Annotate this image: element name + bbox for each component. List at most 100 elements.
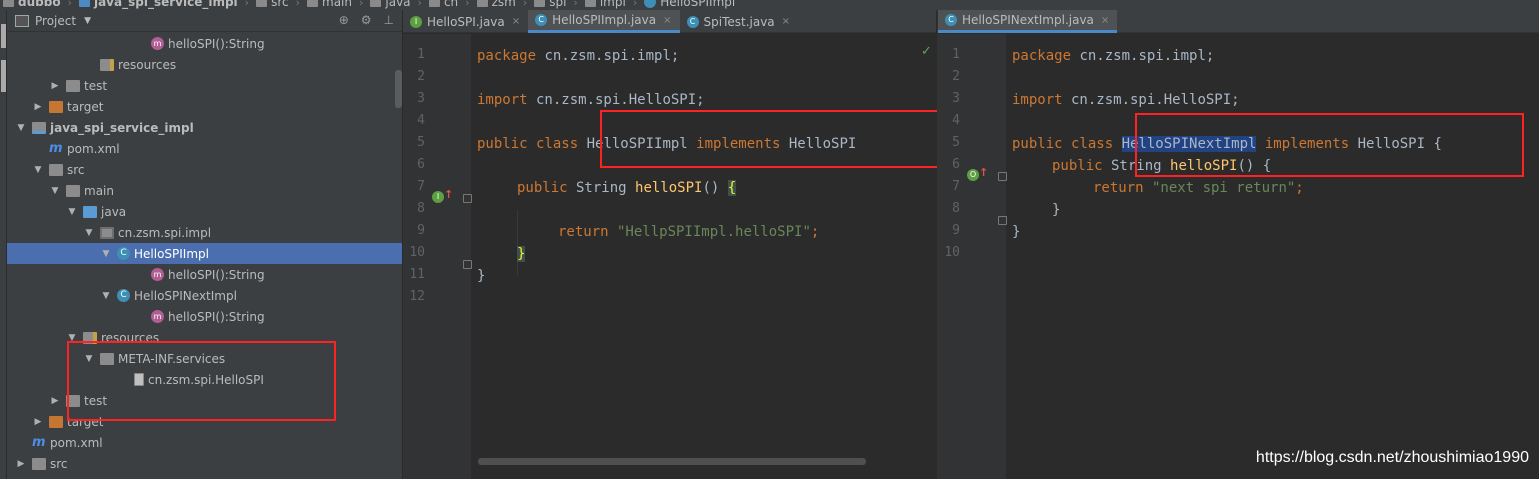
module-icon: [78, 0, 90, 7]
tree-item[interactable]: ▶ test: [7, 75, 402, 96]
gear-icon[interactable]: ⚙: [361, 13, 372, 27]
editor-tab[interactable]: C HelloSPINextImpl.java ×: [938, 10, 1118, 33]
expand-right-icon[interactable]: ▶: [32, 417, 44, 427]
breadcrumb-separator-icon: ›: [573, 0, 578, 9]
package-icon: [584, 0, 596, 7]
breadcrumb-separator-icon: ›: [465, 0, 470, 9]
scroll-from-source-icon[interactable]: ⊕: [339, 13, 349, 27]
tree-item[interactable]: m helloSPI():String: [7, 264, 402, 285]
project-scrollbar[interactable]: [395, 70, 402, 108]
project-tool-tab[interactable]: [1, 24, 6, 48]
breadcrumb-item[interactable]: src: [253, 0, 292, 9]
horizontal-scrollbar-left[interactable]: [478, 458, 866, 465]
tree-item[interactable]: ▼ java_spi_service_impl: [7, 117, 402, 138]
expand-down-icon[interactable]: ▼: [100, 291, 112, 301]
string-token: "HellpSPIImpl.helloSPI": [608, 224, 811, 240]
breadcrumb-item[interactable]: zsm: [474, 0, 519, 9]
expand-right-icon[interactable]: ▶: [49, 396, 61, 406]
line-number: 8: [417, 201, 425, 216]
tree-item[interactable]: ▼ src: [7, 159, 402, 180]
breadcrumb-label: zsm: [491, 0, 516, 9]
code-token: public: [1012, 136, 1063, 152]
expand-right-icon[interactable]: ▶: [15, 459, 27, 469]
expand-down-icon[interactable]: ▼: [66, 207, 78, 217]
expand-down-icon[interactable]: ▼: [83, 228, 95, 238]
tree-item[interactable]: ▼ cn.zsm.spi.impl: [7, 222, 402, 243]
folder-icon: [66, 184, 80, 197]
tree-item[interactable]: m pom.xml: [7, 138, 402, 159]
code-line-11: }: [477, 265, 485, 287]
breadcrumb-label: java: [385, 0, 411, 9]
fold-marker-icon[interactable]: [998, 172, 1007, 181]
hide-panel-icon[interactable]: ⊥: [384, 13, 394, 27]
breadcrumb-item[interactable]: main: [304, 0, 355, 9]
breadcrumb-label: spi: [549, 0, 567, 9]
line-number: 4: [417, 113, 425, 128]
fold-marker-icon[interactable]: [463, 194, 472, 203]
line-number: 9: [417, 223, 425, 238]
close-icon[interactable]: ×: [663, 15, 671, 26]
code-token: class: [1062, 136, 1114, 152]
editor-tab-label: HelloSPI.java: [427, 14, 505, 29]
tree-item[interactable]: ▶ src: [7, 453, 402, 474]
code-line-9: }: [1012, 221, 1020, 243]
chevron-down-icon[interactable]: ▼: [84, 16, 91, 26]
close-icon[interactable]: ×: [512, 16, 520, 27]
expand-right-icon[interactable]: ▶: [49, 81, 61, 91]
tree-item[interactable]: m helloSPI():String: [7, 306, 402, 327]
editor-tab[interactable]: C HelloSPIImpl.java ×: [528, 10, 680, 33]
tree-item[interactable]: m helloSPI():String: [7, 33, 402, 54]
editor-tab[interactable]: I HelloSPI.java ×: [403, 10, 528, 33]
tree-item[interactable]: ▼ C HelloSPINextImpl: [7, 285, 402, 306]
breadcrumb-item[interactable]: impl: [582, 0, 629, 9]
code-token: public: [517, 180, 568, 196]
code-token: cn.zsm.spi.impl;: [1071, 48, 1215, 64]
arrow-up-icon[interactable]: ↑: [979, 166, 988, 179]
fold-marker-icon[interactable]: [463, 260, 472, 269]
close-icon[interactable]: ×: [1101, 15, 1109, 26]
class-icon: C: [117, 247, 130, 260]
breadcrumb-item[interactable]: spi: [531, 0, 569, 9]
tree-item[interactable]: resources: [7, 54, 402, 75]
expand-down-icon[interactable]: ▼: [15, 123, 27, 133]
folder-icon: [307, 0, 318, 7]
tree-item-label: helloSPI():String: [168, 309, 265, 324]
tree-item[interactable]: ▶ target: [7, 96, 402, 117]
code-token: import: [477, 92, 528, 108]
code-token: package: [477, 48, 537, 64]
class-icon: [644, 0, 657, 8]
breadcrumb-item[interactable]: java_spi_service_impl: [76, 0, 241, 9]
breadcrumb-item[interactable]: java: [367, 0, 413, 9]
close-icon[interactable]: ×: [782, 16, 790, 27]
tree-item-label: helloSPI():String: [168, 36, 265, 51]
tree-item[interactable]: m pom.xml: [7, 432, 402, 453]
expand-down-icon[interactable]: ▼: [32, 165, 44, 175]
editor-tab[interactable]: C SpiTest.java ×: [680, 10, 799, 33]
project-panel-title[interactable]: Project: [35, 14, 76, 28]
expand-down-icon[interactable]: ▼: [100, 249, 112, 259]
expand-right-icon[interactable]: ▶: [32, 102, 44, 112]
interface-icon: I: [410, 15, 422, 28]
arrow-up-icon[interactable]: ↑: [444, 188, 453, 201]
highlight-box-class-left: [600, 110, 945, 168]
tree-item[interactable]: ▼ java: [7, 201, 402, 222]
code-token: ;: [1295, 180, 1304, 196]
override-marker-icon[interactable]: O: [967, 169, 979, 181]
line-number: 10: [409, 245, 425, 260]
brace-token: }: [477, 268, 486, 284]
tree-item-label: pom.xml: [67, 141, 120, 156]
fold-marker-icon[interactable]: [998, 216, 1007, 225]
tree-item[interactable]: ▼ main: [7, 180, 402, 201]
code-token: return: [558, 224, 609, 240]
implements-marker-icon[interactable]: I: [432, 191, 444, 203]
structure-tool-tab[interactable]: [1, 60, 6, 92]
breadcrumb-separator-icon: ›: [417, 0, 422, 9]
breadcrumb-item[interactable]: dubbo: [0, 0, 64, 9]
tree-item[interactable]: ▼ C HelloSPIImpl: [7, 243, 402, 264]
maven-icon: m: [49, 140, 63, 156]
breadcrumb-item[interactable]: HelloSPIImpl: [641, 0, 738, 9]
expand-down-icon[interactable]: ▼: [49, 186, 61, 196]
breadcrumb-item[interactable]: cn: [426, 0, 461, 9]
tree-item-label: java: [101, 204, 127, 219]
method-icon: m: [151, 310, 164, 323]
